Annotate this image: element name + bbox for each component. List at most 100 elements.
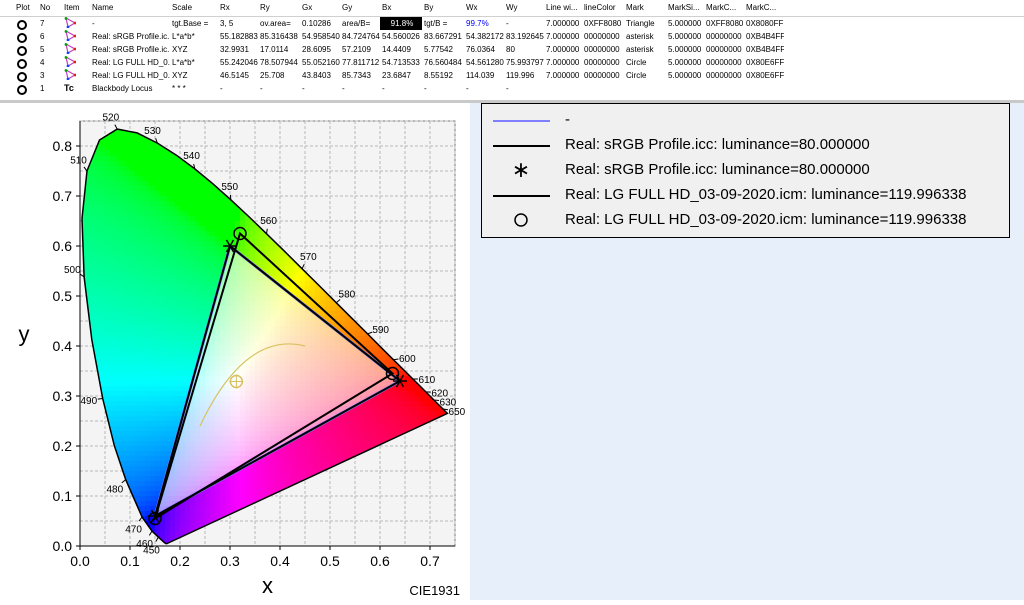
cell-wy: 83.192645 (504, 30, 544, 43)
wavelength-label: 520 (102, 113, 119, 124)
plot-toggle[interactable] (17, 33, 27, 43)
wavelength-label: 540 (183, 151, 200, 162)
cell-wy: 119.996 (504, 69, 544, 82)
column-header[interactable]: Wx (464, 0, 504, 16)
cell-gx: 0.10286 (300, 17, 340, 30)
plot-toggle[interactable] (17, 20, 27, 30)
legend-entry: Real: sRGB Profile.icc: luminance=80.000… (482, 134, 1009, 156)
rgb-triangle-icon (62, 43, 90, 56)
cell-mark: Circle (624, 69, 666, 82)
column-header[interactable]: Gx (300, 0, 340, 16)
column-header[interactable]: No (38, 0, 62, 16)
table-row[interactable]: 4Real: LG FULL HD_0...L*a*b*55.24204678.… (0, 56, 1024, 69)
y-tick-label: 0.4 (53, 338, 73, 354)
wavelength-label: 470 (125, 524, 142, 535)
legend-label: Real: sRGB Profile.icc: luminance=80.000… (565, 159, 870, 181)
y-tick-label: 0.7 (53, 188, 73, 204)
cell-marksize: 5.000000 (666, 43, 704, 56)
legend-label: Real: sRGB Profile.icc: luminance=80.000… (565, 134, 870, 156)
cell-gx: 55.052160 (300, 56, 340, 69)
cell-markc2: 0X80E6FF (744, 56, 784, 69)
table-row[interactable]: 5Real: sRGB Profile.ic...XYZ32.993117.01… (0, 43, 1024, 56)
cell-markc2: 0XB4B4FF (744, 43, 784, 56)
cell-name: Blackbody Locus (90, 82, 170, 95)
x-tick-label: 0.6 (370, 553, 390, 569)
cell-no: 3 (38, 69, 62, 82)
wavelength-label: 560 (260, 216, 277, 227)
column-header[interactable]: Ry (258, 0, 300, 16)
cell-ry: 17.0114 (258, 43, 300, 56)
cell-scale: XYZ (170, 43, 218, 56)
wavelength-label: 510 (70, 156, 87, 167)
table-row[interactable]: 7-tgt.Base =3, 5ov.area=0.10286area/B=91… (0, 17, 1024, 30)
x-tick-label: 0.4 (270, 553, 290, 569)
cell-linecolor: 0XFF8080 (582, 17, 624, 30)
cell-rx: 32.9931 (218, 43, 258, 56)
cell-wx: 99.7% (464, 17, 504, 30)
cell-rx: 3, 5 (218, 17, 258, 30)
asterisk-icon: ∗ (510, 159, 532, 181)
y-tick-label: 0.3 (53, 388, 73, 404)
column-header[interactable]: MarkC... (704, 0, 744, 16)
cell-markc1: 00000000 (704, 43, 744, 56)
chromaticity-chart: 5205305405505605705805906006106206306505… (0, 103, 470, 600)
cell-gy: 84.724764 (340, 30, 380, 43)
cell-gx: 54.958540 (300, 30, 340, 43)
column-header[interactable]: Line wi... (544, 0, 582, 16)
chart-svg: 5205305405505605705805906006106206306505… (0, 103, 470, 600)
column-header[interactable]: MarkC... (744, 0, 784, 16)
cell-markc1: 00000000 (704, 30, 744, 43)
wavelength-label: 550 (221, 182, 238, 193)
rgb-triangle-icon (62, 56, 90, 69)
wavelength-label: 450 (143, 545, 160, 556)
plot-toggle[interactable] (17, 46, 27, 56)
column-header[interactable]: lineColor (582, 0, 624, 16)
cell-wx: 54.382172 (464, 30, 504, 43)
cell-no: 6 (38, 30, 62, 43)
table-row[interactable]: 1TcBlackbody Locus* * *-------- (0, 82, 1024, 95)
cell-mark (624, 82, 666, 95)
cell-ry: 78.507944 (258, 56, 300, 69)
cell-bx: 54.713533 (380, 56, 422, 69)
legend-entry: - (482, 109, 1009, 131)
cell-gy: 77.811712 (340, 56, 380, 69)
cell-bx: 91.8% (380, 17, 422, 30)
x-tick-label: 0.5 (320, 553, 340, 569)
cell-markc1 (704, 82, 744, 95)
wavelength-tick (443, 409, 448, 410)
plot-toggle[interactable] (17, 85, 27, 95)
legend-label: Real: LG FULL HD_03-09-2020.icm: luminan… (565, 184, 966, 206)
column-header[interactable]: By (422, 0, 464, 16)
cell-markc2: 0XB4B4FF (744, 30, 784, 43)
cell-name: - (90, 17, 170, 30)
plot-toggle[interactable] (17, 59, 27, 69)
rgb-triangle-icon (62, 17, 90, 30)
column-header[interactable]: Wy (504, 0, 544, 16)
column-header[interactable]: Item (62, 0, 90, 16)
x-tick-label: 0.3 (220, 553, 240, 569)
wavelength-tick (394, 359, 399, 360)
column-header[interactable]: Name (90, 0, 170, 16)
column-header[interactable]: Plot (14, 0, 38, 16)
cell-ry: 25.708 (258, 69, 300, 82)
column-header[interactable]: MarkSi... (666, 0, 704, 16)
table-row[interactable]: 3Real: LG FULL HD_0...XYZ46.514525.70843… (0, 69, 1024, 82)
column-header[interactable]: Scale (170, 0, 218, 16)
cell-linecolor: 00000000 (582, 43, 624, 56)
column-header[interactable]: Mark (624, 0, 666, 16)
column-header[interactable]: Bx (380, 0, 422, 16)
table-row[interactable]: 6Real: sRGB Profile.ic...L*a*b*55.182883… (0, 30, 1024, 43)
cell-linecolor: 00000000 (582, 56, 624, 69)
cell-by: tgt/B = (422, 17, 464, 30)
plot-toggle[interactable] (17, 72, 27, 82)
column-header[interactable]: Rx (218, 0, 258, 16)
y-tick-label: 0.2 (53, 438, 73, 454)
cell-scale: L*a*b* (170, 56, 218, 69)
cell-scale: * * * (170, 82, 218, 95)
column-header[interactable]: Gy (340, 0, 380, 16)
cell-by: 5.77542 (422, 43, 464, 56)
wavelength-label: 500 (64, 265, 81, 276)
wavelength-label: 530 (144, 126, 161, 137)
cell-gx: 28.6095 (300, 43, 340, 56)
cell-mark: asterisk (624, 30, 666, 43)
